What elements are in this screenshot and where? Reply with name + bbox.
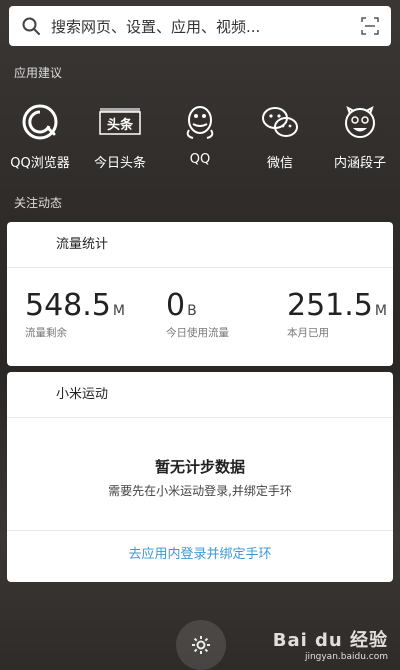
watermark-url: jingyan.baidu.com bbox=[304, 652, 388, 662]
traffic-card[interactable]: 流量统计 548.5 M 流量剩余 0B 今日使用流量 251.5 M 本月已用 bbox=[7, 222, 393, 366]
app-label: QQ浏览器 bbox=[10, 156, 70, 171]
search-input[interactable]: 搜索网页、设置、应用、视频... bbox=[51, 16, 361, 37]
stat-unit: M bbox=[374, 303, 387, 319]
toutiao-icon: 头条 bbox=[99, 108, 141, 135]
gear-icon bbox=[192, 636, 210, 654]
stat-label: 今日使用流量 bbox=[166, 327, 229, 339]
neihan-icon bbox=[345, 106, 375, 138]
toutiao-logo-text: 头条 bbox=[107, 117, 134, 133]
baidu-jingyan-watermark: Bai du 经验 jingyan.baidu.com bbox=[273, 626, 388, 662]
app-wechat[interactable]: 微信 bbox=[240, 96, 320, 171]
stat-today: 0B 今日使用流量 bbox=[166, 288, 229, 340]
stat-remaining: 548.5 M 流量剩余 bbox=[25, 288, 125, 340]
app-qq-browser[interactable]: QQ浏览器 bbox=[0, 96, 80, 171]
stat-value: 0 bbox=[166, 288, 186, 323]
stat-value: 251.5 bbox=[287, 288, 373, 323]
login-bind-link[interactable]: 去应用内登录并绑定手环 bbox=[7, 530, 393, 582]
watermark-brand: Bai du 经验 bbox=[272, 630, 388, 651]
app-suggestions-label: 应用建议 bbox=[14, 66, 63, 80]
stat-unit: B bbox=[187, 303, 197, 319]
app-label: QQ bbox=[189, 152, 211, 167]
stat-label: 流量剩余 bbox=[25, 327, 67, 339]
stat-unit: M bbox=[112, 303, 125, 319]
search-bar[interactable]: 搜索网页、设置、应用、视频... bbox=[9, 6, 391, 46]
wechat-icon bbox=[262, 107, 298, 137]
app-label: 内涵段子 bbox=[333, 156, 386, 171]
stat-month-used: 251.5 M 本月已用 bbox=[287, 288, 387, 340]
qq-browser-icon bbox=[22, 104, 58, 140]
stat-value: 548.5 bbox=[25, 288, 111, 323]
following-label: 关注动态 bbox=[14, 196, 63, 210]
app-suggestions: QQ浏览器 头条 今日头条 QQ 微信 内涵段子 bbox=[0, 96, 400, 180]
empty-state-subtitle: 需要先在小米运动登录,并绑定手环 bbox=[108, 484, 292, 498]
empty-state-title: 暂无计步数据 bbox=[154, 458, 245, 476]
app-neihan[interactable]: 内涵段子 bbox=[320, 96, 400, 171]
traffic-card-title: 流量统计 bbox=[7, 222, 393, 268]
scan-icon[interactable] bbox=[361, 17, 379, 35]
mi-sport-card-title: 小米运动 bbox=[7, 372, 393, 418]
app-label: 微信 bbox=[266, 156, 293, 171]
mi-sport-card: 小米运动 暂无计步数据 需要先在小米运动登录,并绑定手环 去应用内登录并绑定手环 bbox=[7, 372, 393, 582]
settings-button[interactable] bbox=[176, 620, 226, 670]
qq-penguin-icon bbox=[186, 106, 214, 139]
app-qq[interactable]: QQ bbox=[160, 96, 240, 167]
search-icon bbox=[22, 17, 40, 35]
stat-label: 本月已用 bbox=[287, 327, 329, 339]
app-label: 今日头条 bbox=[93, 156, 146, 171]
app-toutiao[interactable]: 头条 今日头条 bbox=[80, 96, 160, 171]
